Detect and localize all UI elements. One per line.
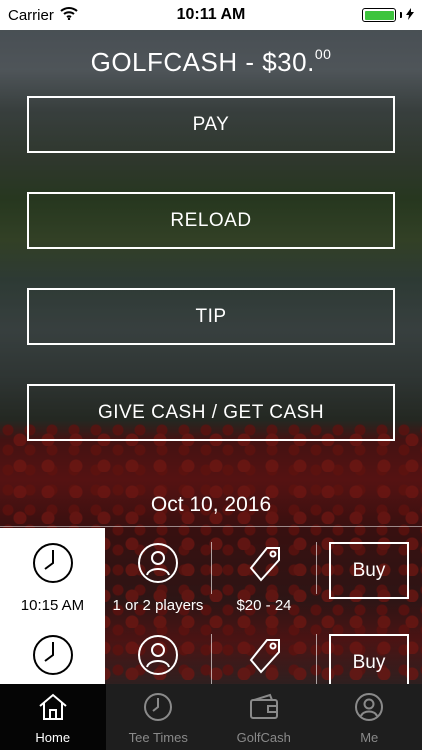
separator [316,542,317,594]
tab-me[interactable]: Me [317,684,422,750]
players-label: 1 or 2 players [112,597,204,614]
tab-tee-times[interactable]: Tee Times [106,684,212,750]
clock-icon [32,634,74,681]
tab-golfcash[interactable]: GolfCash [211,684,317,750]
price-cell: $20 - 24 [212,528,316,621]
wifi-icon [60,6,78,24]
tee-time-cell: 10:15 AM [0,528,105,621]
divider [0,526,422,527]
status-bar: Carrier 10:11 AM [0,0,422,30]
tab-home[interactable]: Home [0,684,106,750]
players-cell: 1 or 2 players [105,528,211,621]
reload-button[interactable]: RELOAD [27,192,395,249]
tee-time-row: 10:15 AM 1 or 2 players $20 - 24 Buy [0,528,422,621]
pay-button[interactable]: PAY [27,96,395,153]
tab-label: Tee Times [128,730,188,745]
charging-icon [406,7,414,24]
price-label: $20 - 24 [236,597,292,614]
clock-icon [142,692,174,727]
buy-button[interactable]: Buy [329,542,409,599]
user-icon [137,634,179,681]
tee-time-date: Oct 10, 2016 [150,493,272,516]
user-icon [137,542,179,589]
golfcash-balance-title: GOLFCASH - $30.00 [90,46,332,77]
tab-label: Me [360,730,379,745]
tip-button[interactable]: TIP [27,288,395,345]
tab-label: Home [35,730,71,745]
price-tag-icon [243,542,285,589]
clock-icon [32,542,74,589]
tab-label: GolfCash [236,730,291,745]
wallet-icon [248,692,280,727]
home-icon [37,692,69,727]
tee-time-label: 10:15 AM [20,597,85,614]
main-content: GOLFCASH - $30.00 PAY RELOAD TIP GIVE CA… [0,30,422,713]
carrier-label: Carrier [8,6,54,24]
price-tag-icon [243,634,285,681]
buy-button[interactable]: Buy [329,634,409,691]
user-icon [353,692,385,727]
tab-bar: Home Tee Times GolfCash Me [0,684,422,750]
separator [316,634,317,686]
give-get-cash-button[interactable]: GIVE CASH / GET CASH [27,384,395,441]
battery-icon [362,8,396,22]
